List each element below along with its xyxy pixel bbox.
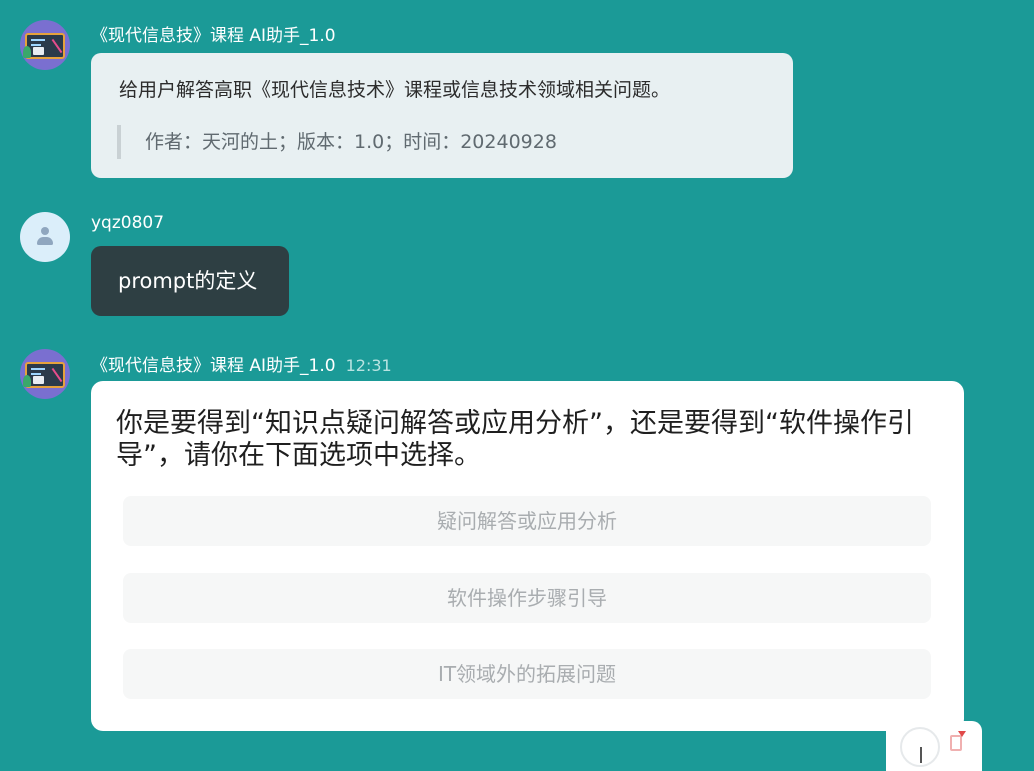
- teacher-board-icon: [25, 362, 65, 388]
- user-message-bubble: prompt的定义: [91, 246, 289, 316]
- floating-action-button[interactable]: [886, 721, 982, 771]
- bot-avatar-reply[interactable]: [20, 349, 70, 399]
- document-icon[interactable]: [950, 731, 966, 751]
- reply-question: 你是要得到“知识点疑问解答或应用分析”，还是要得到“软件操作引导”，请你在下面选…: [116, 408, 914, 471]
- reply-message-bubble: 你是要得到“知识点疑问解答或应用分析”，还是要得到“软件操作引导”，请你在下面选…: [91, 381, 964, 731]
- bot-name-reply: 《现代信息技》课程 AI助手_1.0 12:31: [91, 356, 392, 376]
- option-button-qa[interactable]: 疑问解答或应用分析: [123, 496, 931, 546]
- option-button-software-guide[interactable]: 软件操作步骤引导: [123, 573, 931, 623]
- bot-name: 《现代信息技》课程 AI助手_1.0: [91, 26, 336, 46]
- intro-meta-quote: 作者：天河的土；版本：1.0；时间：20240928: [117, 125, 557, 159]
- user-avatar[interactable]: [20, 212, 70, 262]
- message-time: 12:31: [345, 356, 392, 375]
- option-button-extended[interactable]: IT领域外的拓展问题: [123, 649, 931, 699]
- bot-avatar[interactable]: [20, 20, 70, 70]
- user-name: yqz0807: [91, 213, 165, 233]
- intro-message-bubble: 给用户解答高职《现代信息技术》课程或信息技术领域相关问题。 作者：天河的土；版本…: [91, 53, 793, 178]
- scroll-down-icon[interactable]: [900, 727, 940, 767]
- teacher-board-icon: [25, 33, 65, 59]
- intro-description: 给用户解答高职《现代信息技术》课程或信息技术领域相关问题。: [119, 79, 671, 101]
